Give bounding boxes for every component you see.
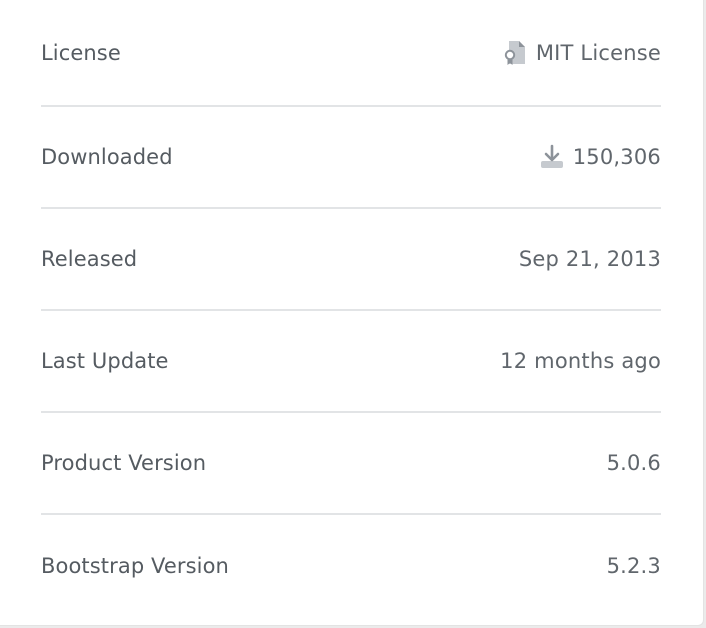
detail-row-product-version: Product Version 5.0.6 xyxy=(41,413,661,515)
detail-label: Released xyxy=(41,247,138,271)
bootstrap-version-value: 5.2.3 xyxy=(606,554,661,578)
license-certificate-icon xyxy=(502,40,528,66)
product-details-card: License MIT License Downloaded 150,306 R… xyxy=(0,0,704,626)
detail-value-downloaded: 150,306 xyxy=(539,144,661,170)
detail-label: Product Version xyxy=(41,451,207,475)
product-version-value: 5.0.6 xyxy=(606,451,661,475)
detail-label: Bootstrap Version xyxy=(41,554,229,578)
detail-row-downloaded: Downloaded 150,306 xyxy=(41,107,661,209)
detail-label: Last Update xyxy=(41,349,169,373)
released-date: Sep 21, 2013 xyxy=(518,247,661,271)
detail-row-license: License MIT License xyxy=(41,0,661,107)
detail-row-bootstrap-version: Bootstrap Version 5.2.3 xyxy=(41,515,661,617)
download-icon xyxy=(539,144,565,170)
detail-value-license[interactable]: MIT License xyxy=(502,40,661,66)
detail-row-released: Released Sep 21, 2013 xyxy=(41,209,661,311)
detail-label: Downloaded xyxy=(41,145,173,169)
license-value: MIT License xyxy=(535,40,661,65)
downloads-count: 150,306 xyxy=(572,145,661,169)
last-update-value: 12 months ago xyxy=(500,349,661,373)
detail-row-last-update: Last Update 12 months ago xyxy=(41,311,661,413)
detail-label: License xyxy=(41,40,121,65)
